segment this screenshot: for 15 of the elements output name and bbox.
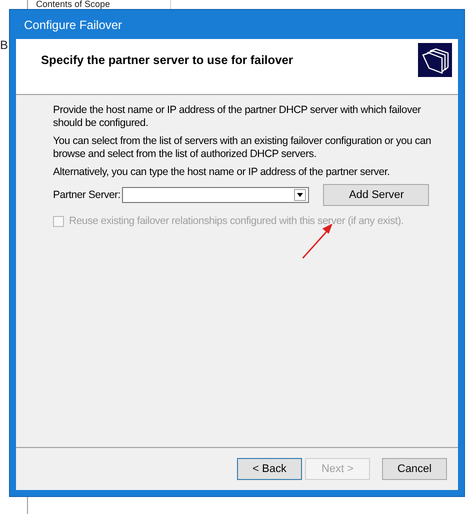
- pane-text: B: [0, 38, 8, 52]
- instruction-text: You can select from the list of servers with an existing failover configuration or you can browse and select from the list of authorized DHCP servers.: [53, 135, 432, 161]
- folders-icon: [418, 43, 452, 77]
- add-server-button[interactable]: Add Server: [323, 184, 430, 206]
- instruction-text: Provide the host name or IP address of the partner DHCP server with which failover should be configured.: [53, 104, 422, 130]
- window-title: Configure Failover: [23, 16, 124, 34]
- checkbox-label: Reuse existing failover relationships configured with this server (if any exist).: [69, 215, 404, 227]
- instruction-text: Alternatively, you can type the host name or IP address of the partner server.: [53, 166, 391, 179]
- dropdown-icon[interactable]: [294, 189, 306, 201]
- partner-server-field[interactable]: [122, 187, 310, 203]
- wizard-button[interactable]: Cancel: [382, 458, 447, 480]
- annotation-arrow: [302, 224, 333, 259]
- wizard-button[interactable]: < Back: [237, 458, 302, 480]
- wizard-heading: Specify the partner server to use for failover: [41, 53, 294, 67]
- partner-server-label: Partner Server:: [53, 189, 120, 201]
